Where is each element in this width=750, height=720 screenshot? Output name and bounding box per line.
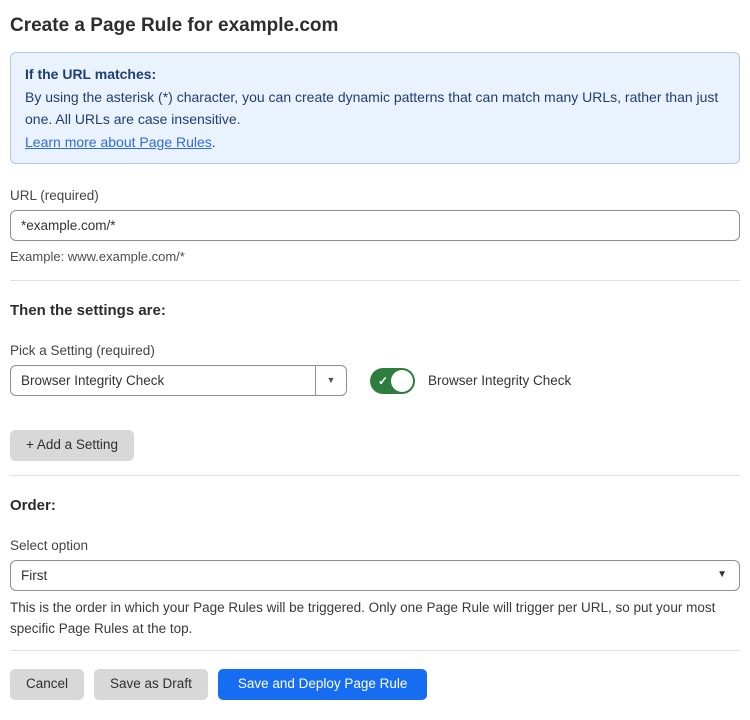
url-input[interactable] <box>10 210 740 241</box>
check-icon: ✓ <box>378 375 388 387</box>
order-select[interactable]: First ▼ <box>10 560 740 591</box>
pick-setting-label: Pick a Setting (required) <box>10 343 740 358</box>
order-select-value: First <box>11 568 717 583</box>
url-match-info-box: If the URL matches: By using the asteris… <box>10 52 740 164</box>
settings-section-heading: Then the settings are: <box>10 302 740 319</box>
link-suffix: . <box>212 134 216 150</box>
footer-buttons: Cancel Save as Draft Save and Deploy Pag… <box>10 669 740 700</box>
cancel-button[interactable]: Cancel <box>10 669 84 700</box>
info-box-heading: If the URL matches: <box>25 63 725 86</box>
setting-select[interactable]: Browser Integrity Check ▼ <box>10 365 347 396</box>
info-box-link-line: Learn more about Page Rules. <box>25 131 725 154</box>
divider <box>10 280 740 281</box>
save-deploy-button[interactable]: Save and Deploy Page Rule <box>218 669 428 700</box>
chevron-down-icon: ▼ <box>327 376 336 385</box>
divider <box>10 475 740 476</box>
page-rule-form: Create a Page Rule for example.com If th… <box>0 0 750 700</box>
divider <box>10 650 740 651</box>
info-box-body: By using the asterisk (*) character, you… <box>25 86 725 131</box>
order-select-label: Select option <box>10 538 740 553</box>
chevron-down-icon: ▼ <box>717 570 727 580</box>
url-field-label: URL (required) <box>10 188 740 203</box>
order-helper-text: This is the order in which your Page Rul… <box>10 597 740 639</box>
page-title: Create a Page Rule for example.com <box>10 15 740 37</box>
order-section-heading: Order: <box>10 497 740 514</box>
setting-select-value: Browser Integrity Check <box>11 373 315 388</box>
browser-integrity-toggle[interactable]: ✓ <box>370 368 415 394</box>
learn-more-link[interactable]: Learn more about Page Rules <box>25 134 212 150</box>
setting-row: Browser Integrity Check ▼ ✓ Browser Inte… <box>10 365 740 396</box>
toggle-knob <box>391 370 413 392</box>
setting-select-arrow-button[interactable]: ▼ <box>315 366 346 395</box>
toggle-wrap: ✓ Browser Integrity Check <box>370 368 571 394</box>
url-example-helper: Example: www.example.com/* <box>10 249 740 264</box>
add-setting-button[interactable]: + Add a Setting <box>10 430 134 461</box>
save-draft-button[interactable]: Save as Draft <box>94 669 208 700</box>
toggle-label: Browser Integrity Check <box>428 373 571 388</box>
